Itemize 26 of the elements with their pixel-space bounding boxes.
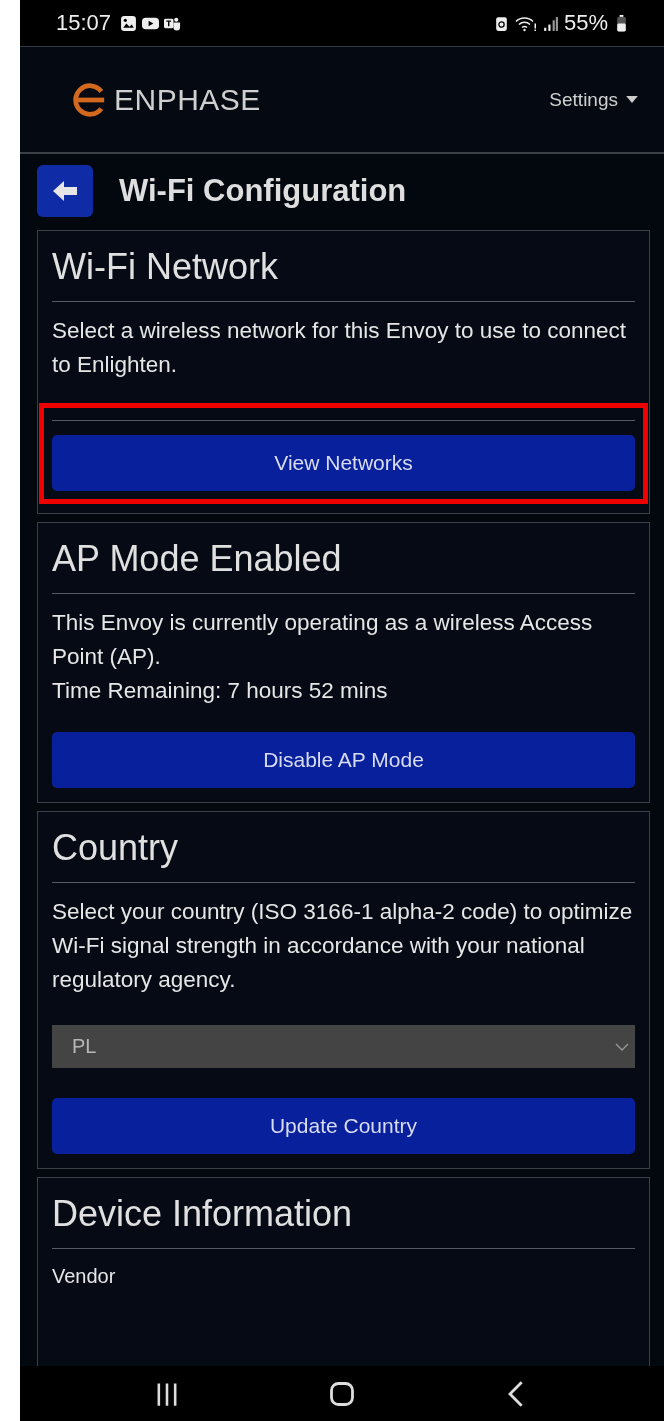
wifi-icon bbox=[514, 14, 537, 32]
back-arrow-icon bbox=[53, 181, 77, 201]
settings-menu[interactable]: Settings bbox=[545, 84, 642, 115]
page-title: Wi-Fi Configuration bbox=[119, 173, 407, 209]
card-title: AP Mode Enabled bbox=[52, 537, 343, 581]
back-button[interactable] bbox=[37, 165, 93, 217]
card-title: Wi-Fi Network bbox=[52, 245, 279, 289]
logo-text: ENPHASE bbox=[114, 82, 261, 117]
description-text: Time Remaining: 7 hours 52 mins bbox=[52, 677, 389, 705]
field-label: Vendor bbox=[52, 1264, 117, 1289]
caret-icon bbox=[626, 96, 638, 103]
signal-icon bbox=[541, 14, 559, 32]
description-text: Select your country (ISO 3166-1 alpha-2 code) to optimize Wi-Fi signal strength in accordance with your national regulatory agency. bbox=[52, 898, 634, 994]
country-select[interactable]: PL bbox=[52, 1025, 635, 1068]
action-button[interactable]: Update Country bbox=[52, 1098, 635, 1154]
home-icon[interactable] bbox=[328, 1379, 356, 1408]
action-button[interactable]: Disable AP Mode bbox=[52, 732, 635, 788]
description-text: This Envoy is currently operating as a wireless Access Point (AP). bbox=[52, 609, 594, 671]
chevron-down-icon bbox=[615, 1042, 629, 1051]
battery-percent: 55% bbox=[563, 10, 608, 36]
status-time: 15:07 bbox=[56, 10, 112, 36]
gallery-icon bbox=[120, 14, 138, 32]
action-button[interactable]: View Networks bbox=[52, 435, 635, 491]
description-text: Select a wireless network for this Envoy to use to connect to Enlighten. bbox=[52, 317, 628, 379]
card-title: Device Information bbox=[52, 1192, 354, 1236]
card-title: Country bbox=[52, 826, 180, 870]
